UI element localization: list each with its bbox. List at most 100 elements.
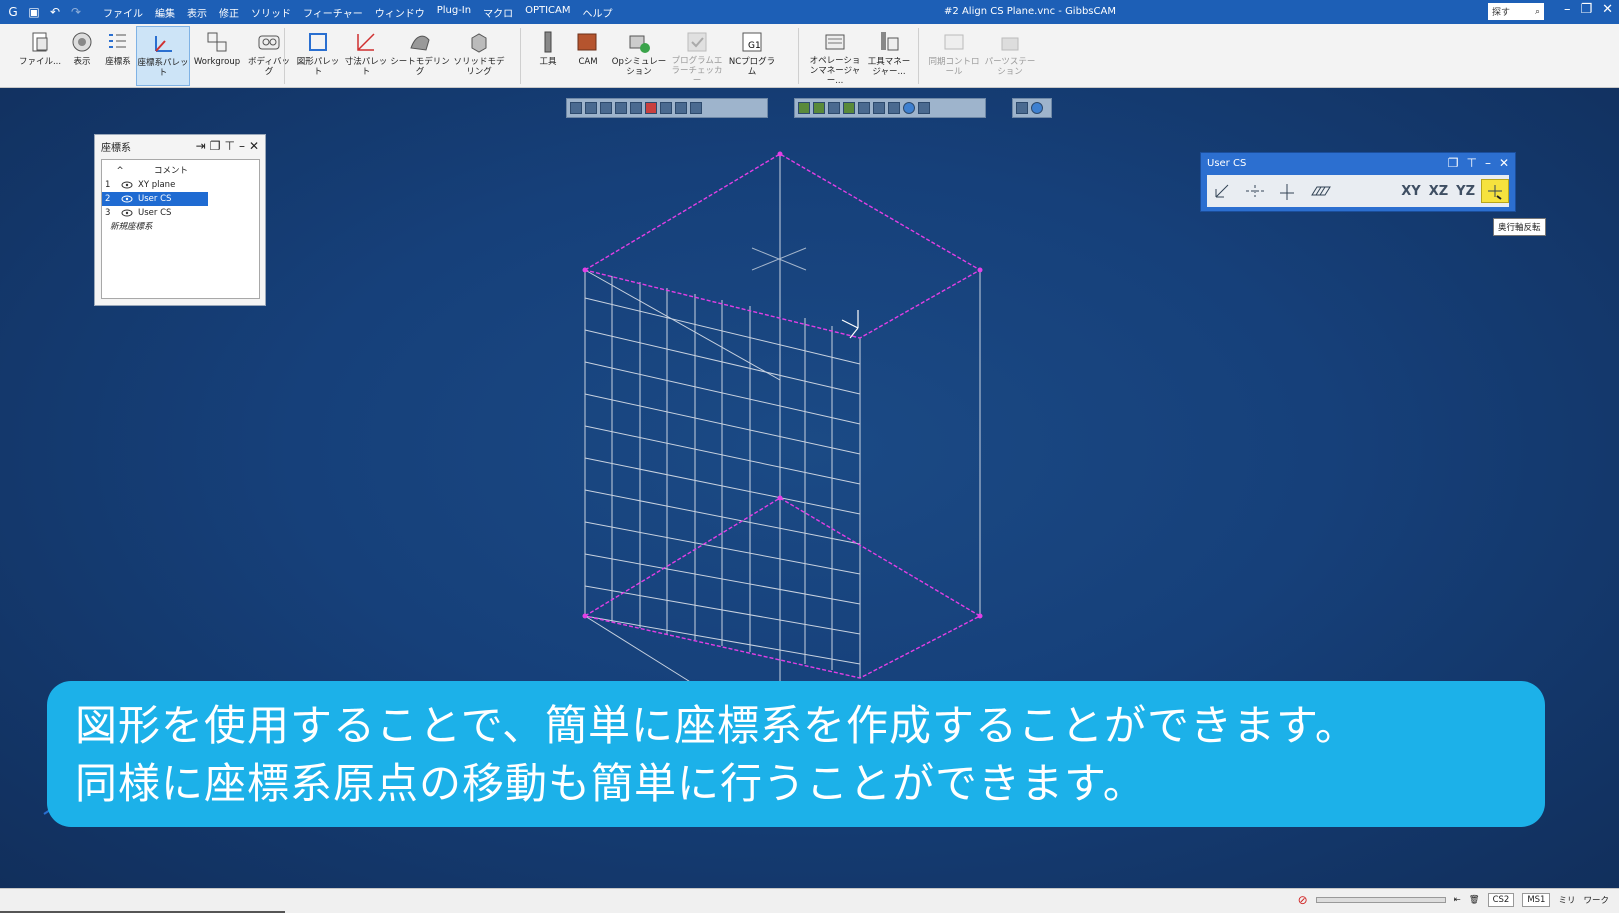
stop-icon[interactable]: ⊘ bbox=[1298, 893, 1308, 907]
user-cs-title: User CS bbox=[1207, 157, 1247, 169]
yz-plane-button[interactable]: YZ bbox=[1456, 184, 1475, 199]
pin-icon[interactable]: ⊤ bbox=[224, 139, 234, 153]
file-button[interactable]: ファイル... bbox=[16, 26, 64, 86]
ribbon-group-managers: オペレーションマネージャー... 工具マネージャー... bbox=[806, 26, 914, 86]
cs-row[interactable]: 1 XY plane bbox=[102, 178, 208, 192]
menu-opticam[interactable]: OPTICAM bbox=[525, 5, 570, 20]
solid-modeling-button[interactable]: ソリッドモデリング bbox=[450, 26, 508, 86]
cs-row-name: XY plane bbox=[138, 180, 176, 190]
redo-icon[interactable]: ↷ bbox=[67, 3, 85, 21]
ribbon-group-modeling: 図形パレット 寸法パレット シートモデリング ソリッドモデリング bbox=[294, 26, 508, 86]
sync-control-button[interactable]: 同期コントロール bbox=[926, 26, 982, 86]
xz-plane-button[interactable]: XZ bbox=[1429, 184, 1448, 199]
menu-file[interactable]: ファイル bbox=[103, 5, 143, 20]
op-simulation-label: Opシミュレーション bbox=[611, 57, 667, 77]
view-button[interactable]: 表示 bbox=[64, 26, 100, 86]
user-cs-panel: User CS ❐ ⊤ – ✕ XY XZ YZ bbox=[1200, 152, 1516, 212]
search-label: 探す bbox=[1492, 8, 1511, 18]
app-icon[interactable]: G bbox=[4, 3, 22, 21]
menu-solid[interactable]: ソリッド bbox=[251, 5, 291, 20]
tool-button[interactable]: 工具 bbox=[530, 26, 566, 86]
menu-feature[interactable]: フィーチャー bbox=[303, 5, 363, 20]
menu-plugin[interactable]: Plug-In bbox=[437, 5, 471, 20]
pin-icon[interactable]: ⊤ bbox=[1466, 156, 1476, 170]
units-indicator[interactable]: ミリ bbox=[1558, 894, 1575, 906]
workgroup-button[interactable]: Workgroup bbox=[190, 26, 244, 86]
copy-icon[interactable]: ❐ bbox=[1448, 156, 1459, 170]
menu-view[interactable]: 表示 bbox=[187, 5, 207, 20]
op-simulation-button[interactable]: Opシミュレーション bbox=[610, 26, 668, 86]
flip-depth-axis-button[interactable] bbox=[1481, 179, 1509, 203]
trash-icon[interactable]: 🗑 bbox=[1469, 895, 1480, 905]
menu-window[interactable]: ウィンドウ bbox=[375, 5, 425, 20]
dock-icon[interactable]: ⇥ bbox=[196, 139, 206, 153]
new-cs-item[interactable]: 新規座標系 bbox=[102, 220, 259, 234]
restore-icon[interactable]: ❐ bbox=[1580, 2, 1592, 17]
undo-icon[interactable]: ↶ bbox=[46, 3, 64, 21]
dimension-palette-label: 寸法パレット bbox=[344, 57, 388, 77]
dimension-palette-button[interactable]: 寸法パレット bbox=[342, 26, 390, 86]
sync-control-label: 同期コントロール bbox=[928, 57, 980, 77]
operation-manager-button[interactable]: オペレーションマネージャー... bbox=[806, 26, 864, 86]
window-title: #2 Align CS Plane.vnc - GibbsCAM bbox=[944, 6, 1116, 17]
part-station-button[interactable]: パーツステーション bbox=[982, 26, 1038, 86]
eye-icon[interactable] bbox=[116, 209, 138, 217]
origin-icon[interactable] bbox=[1271, 177, 1303, 205]
body-bag-label: ボディバッグ bbox=[248, 57, 290, 77]
cs-panel-title: 座標系 bbox=[101, 142, 131, 154]
status-right: ⊘ ⇤ 🗑 CS2 MS1 ミリ ワーク bbox=[1298, 893, 1609, 907]
crosshair-icon[interactable] bbox=[1239, 177, 1271, 205]
eye-icon[interactable] bbox=[116, 195, 138, 203]
file-icon bbox=[27, 29, 53, 55]
sheet-modeling-button[interactable]: シートモデリング bbox=[390, 26, 450, 86]
cam-label: CAM bbox=[578, 57, 598, 67]
minimize-icon[interactable]: – bbox=[1485, 156, 1491, 170]
title-bar: G ▣ ↶ ↷ ファイル 編集 表示 修正 ソリッド フィーチャー ウィンドウ … bbox=[0, 0, 1619, 24]
minimize-icon[interactable]: – bbox=[1564, 2, 1571, 17]
mode-indicator[interactable]: ワーク bbox=[1583, 894, 1609, 906]
copy-icon[interactable]: ❐ bbox=[210, 139, 221, 153]
menu-macro[interactable]: マクロ bbox=[483, 5, 513, 20]
cam-button[interactable]: CAM bbox=[566, 26, 610, 86]
xy-plane-button[interactable]: XY bbox=[1401, 184, 1420, 199]
operation-manager-icon bbox=[822, 29, 848, 54]
operation-manager-label: オペレーションマネージャー... bbox=[809, 56, 861, 86]
eye-icon[interactable] bbox=[116, 181, 138, 189]
plane-indicator[interactable]: MS1 bbox=[1522, 893, 1551, 907]
nc-program-button[interactable]: G1 NCプログラム bbox=[726, 26, 778, 86]
progress-slider[interactable] bbox=[1315, 897, 1446, 903]
menu-edit[interactable]: 編集 bbox=[155, 5, 175, 20]
save-icon[interactable]: ▣ bbox=[25, 3, 43, 21]
cs-row-number: 3 bbox=[105, 208, 111, 218]
tool-icon bbox=[535, 29, 561, 55]
geometry-palette-label: 図形パレット bbox=[296, 57, 340, 77]
coordinate-list-icon bbox=[105, 29, 131, 55]
menu-modify[interactable]: 修正 bbox=[219, 5, 239, 20]
cam-icon bbox=[575, 29, 601, 55]
geometry-palette-button[interactable]: 図形パレット bbox=[294, 26, 342, 86]
cs-panel-header: 座標系 ⇥ ❐ ⊤ – ✕ bbox=[95, 135, 265, 157]
tool-manager-button[interactable]: 工具マネージャー... bbox=[864, 26, 914, 86]
cs-row-selected[interactable]: 2 User CS bbox=[102, 192, 208, 206]
close-icon[interactable]: ✕ bbox=[1602, 2, 1613, 17]
cs-list[interactable]: ^ コメント 1 XY plane 2 User CS 3 User CS 新規… bbox=[101, 159, 260, 299]
menu-help[interactable]: ヘルプ bbox=[583, 5, 613, 20]
search-box[interactable]: 探す ⌕ bbox=[1488, 3, 1544, 20]
minimize-icon[interactable]: – bbox=[239, 139, 245, 153]
cs-indicator[interactable]: CS2 bbox=[1487, 893, 1515, 907]
sort-icon[interactable]: ^ bbox=[102, 166, 138, 176]
end-icon[interactable]: ⇤ bbox=[1454, 895, 1461, 905]
body-bag-icon bbox=[256, 29, 282, 55]
program-error-checker-button[interactable]: プログラムエラーチェッカー bbox=[668, 26, 726, 86]
coordinate-system-label: 座標系 bbox=[105, 57, 131, 67]
close-icon[interactable]: ✕ bbox=[1499, 156, 1509, 170]
close-icon[interactable]: ✕ bbox=[249, 139, 259, 153]
cs-palette-button[interactable]: 座標系パレット bbox=[136, 26, 190, 86]
plane-icon[interactable] bbox=[1303, 177, 1335, 205]
geometry-palette-icon bbox=[305, 29, 331, 55]
coordinate-system-button[interactable]: 座標系 bbox=[100, 26, 136, 86]
body-bag-button[interactable]: ボディバッグ bbox=[244, 26, 294, 86]
comment-column-header[interactable]: コメント bbox=[138, 164, 188, 176]
cs-row[interactable]: 3 User CS bbox=[102, 206, 208, 220]
axis-pick-icon[interactable] bbox=[1207, 177, 1239, 205]
